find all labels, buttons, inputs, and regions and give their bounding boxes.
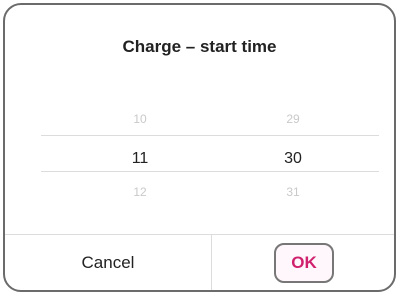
ok-button-area[interactable]: OK	[212, 235, 394, 290]
selection-line-bottom	[41, 171, 379, 172]
minute-option-prev[interactable]: 29	[233, 112, 353, 126]
dialog-title: Charge – start time	[122, 37, 277, 56]
ok-button[interactable]: OK	[274, 242, 334, 283]
minute-option-next[interactable]: 31	[233, 185, 353, 199]
hour-option-selected[interactable]: 11	[80, 150, 200, 168]
cancel-button[interactable]: Cancel	[5, 235, 211, 290]
dialog-footer: Cancel OK	[5, 234, 394, 290]
hour-option-prev[interactable]: 10	[80, 112, 200, 126]
minute-option-selected[interactable]: 30	[233, 150, 353, 168]
time-picker[interactable]: 10 11 12 29 30 31	[5, 95, 394, 210]
selection-line-top	[41, 135, 379, 136]
hour-option-next[interactable]: 12	[80, 185, 200, 199]
time-picker-dialog: Charge – start time 10 11 12 29 30 31 Ca…	[3, 3, 396, 292]
